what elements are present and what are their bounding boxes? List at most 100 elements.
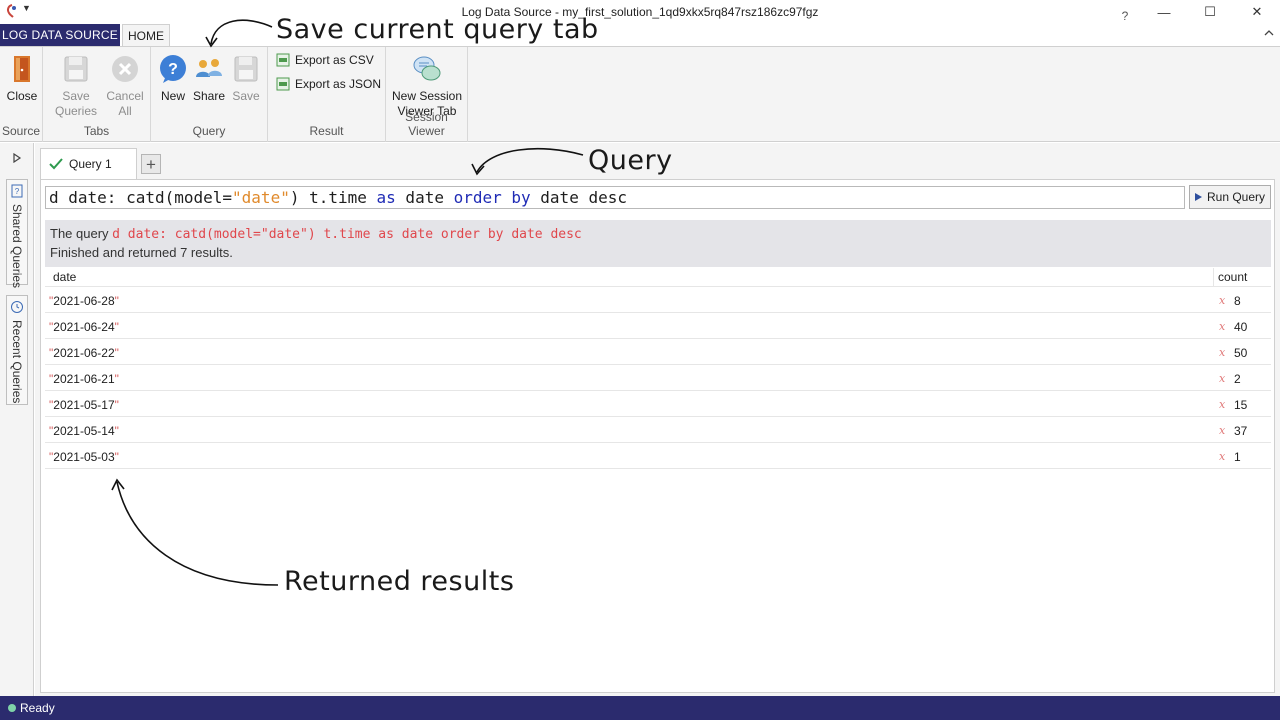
title-bar: ▼ Log Data Source - my_first_solution_1q… [0, 0, 1280, 24]
export-csv-label: Export as CSV [295, 53, 374, 67]
new-query-button[interactable]: ? New [156, 53, 190, 104]
date-value: 2021-06-21 [53, 372, 115, 386]
column-divider [1213, 268, 1214, 287]
query-keyword: as [376, 188, 396, 207]
query-content-pane: d date: catd(model="date") t.time as dat… [40, 179, 1275, 693]
people-share-icon [196, 59, 222, 77]
column-header-count[interactable]: count [1218, 270, 1247, 284]
date-value: 2021-05-14 [53, 424, 115, 438]
numeric-type-icon: x [1219, 398, 1226, 411]
status-result-line: Finished and returned 7 results. [50, 245, 233, 260]
export-json-label: Export as JSON [295, 77, 382, 91]
quote-mark: " [114, 398, 119, 412]
save-queries-label: Save Queries [54, 89, 98, 118]
quote-mark: " [114, 424, 119, 438]
session-chat-icon [413, 56, 441, 81]
minimize-button[interactable]: — [1141, 0, 1187, 24]
group-label-query: Query [192, 124, 226, 138]
side-panel: ? Shared Queries Recent Queries [0, 143, 34, 696]
cancel-all-button[interactable]: Cancel All [103, 53, 147, 119]
date-value: 2021-06-28 [53, 294, 115, 308]
shared-queries-tab[interactable]: ? Shared Queries [6, 179, 28, 288]
close-button[interactable]: Close [4, 53, 40, 104]
table-row[interactable]: "2021-05-14" x 37 [45, 417, 1271, 443]
plus-icon: + [146, 154, 156, 174]
results-table: date count "2021-06-28" x 8 "2021-06-24" x 40… [45, 268, 1271, 469]
cancel-all-label: Cancel All [106, 89, 144, 118]
save-query-button[interactable]: Save [229, 53, 263, 104]
date-cell: "2021-05-17" [49, 398, 119, 412]
query-input[interactable]: d date: catd(model="date") t.time as dat… [45, 186, 1185, 209]
count-value: 50 [1234, 346, 1248, 360]
table-row[interactable]: "2021-05-03" x 1 [45, 443, 1271, 469]
status-bar: Ready [0, 696, 1280, 720]
group-label-tabs: Tabs [83, 124, 110, 138]
numeric-type-icon: x [1219, 294, 1226, 307]
numeric-type-icon: x [1219, 372, 1226, 385]
quote-mark: " [114, 450, 119, 464]
table-row[interactable]: "2021-06-22" x 50 [45, 339, 1271, 365]
query-status-box: The query d date: catd(model="date") t.t… [45, 220, 1271, 267]
quote-mark: " [114, 294, 119, 308]
table-row[interactable]: "2021-06-21" x 2 [45, 365, 1271, 391]
date-cell: "2021-06-21" [49, 372, 119, 386]
question-bubble-icon: ? [160, 55, 186, 83]
count-value: 37 [1234, 424, 1248, 438]
group-label-source: Source [1, 124, 41, 138]
annotation-save-tab: Save current query tab [276, 14, 599, 45]
maximize-button[interactable]: ☐ [1187, 0, 1233, 24]
status-query-text: d date: catd(model="date") t.time as dat… [112, 227, 582, 242]
table-row[interactable]: "2021-06-28" x 8 [45, 287, 1271, 313]
query-text-part: date [395, 188, 454, 207]
date-cell: "2021-06-28" [49, 294, 119, 308]
quote-mark: " [114, 320, 119, 334]
query-keyword: order by [453, 188, 531, 207]
run-query-button[interactable]: Run Query [1189, 185, 1271, 209]
export-json-button[interactable]: Export as JSON [276, 77, 381, 91]
expand-panel-icon[interactable] [12, 153, 22, 163]
save-queries-button[interactable]: Save Queries [53, 53, 99, 119]
table-row[interactable]: "2021-05-17" x 15 [45, 391, 1271, 417]
floppy-disk-icon [234, 56, 258, 82]
tab-home[interactable]: HOME [122, 24, 170, 47]
date-value: 2021-06-24 [53, 320, 115, 334]
shared-document-icon: ? [11, 184, 23, 198]
numeric-type-icon: x [1219, 424, 1226, 437]
close-window-button[interactable]: ✕ [1234, 0, 1280, 24]
clock-icon [11, 301, 23, 313]
collapse-ribbon-icon[interactable] [1264, 29, 1274, 37]
json-file-icon [276, 77, 290, 91]
share-button[interactable]: Share [192, 53, 226, 104]
tab-log-data-source[interactable]: LOG DATA SOURCE [0, 24, 120, 46]
table-row[interactable]: "2021-06-24" x 40 [45, 313, 1271, 339]
date-cell: "2021-05-14" [49, 424, 119, 438]
query-tab-label: Query 1 [69, 157, 112, 171]
svg-text:?: ? [168, 61, 178, 78]
query-text-part: date desc [530, 188, 627, 207]
count-value: 2 [1234, 372, 1241, 386]
checkmark-icon [49, 158, 63, 170]
recent-queries-label: Recent Queries [10, 320, 24, 404]
csv-file-icon [276, 53, 290, 67]
export-csv-button[interactable]: Export as CSV [276, 53, 374, 67]
recent-queries-tab[interactable]: Recent Queries [6, 295, 28, 405]
query-string-literal: "date" [232, 188, 290, 207]
run-query-label: Run Query [1206, 190, 1266, 204]
date-cell: "2021-06-22" [49, 346, 119, 360]
results-header: date count [45, 268, 1271, 287]
save-label: Save [232, 89, 260, 103]
ribbon-group-result: Export as CSV Export as JSON Result [268, 47, 386, 142]
numeric-type-icon: x [1219, 450, 1226, 463]
close-label: Close [6, 89, 38, 103]
column-header-date[interactable]: date [53, 270, 76, 284]
floppy-disk-icon [64, 56, 88, 82]
add-tab-button[interactable]: + [141, 154, 161, 174]
numeric-type-icon: x [1219, 320, 1226, 333]
count-value: 15 [1234, 398, 1248, 412]
date-cell: "2021-06-24" [49, 320, 119, 334]
play-icon [1194, 193, 1202, 201]
query-tab[interactable]: Query 1 [40, 148, 137, 179]
query-text-part: d date: catd(model= [49, 188, 233, 207]
date-value: 2021-06-22 [53, 346, 115, 360]
share-label: Share [192, 89, 226, 103]
